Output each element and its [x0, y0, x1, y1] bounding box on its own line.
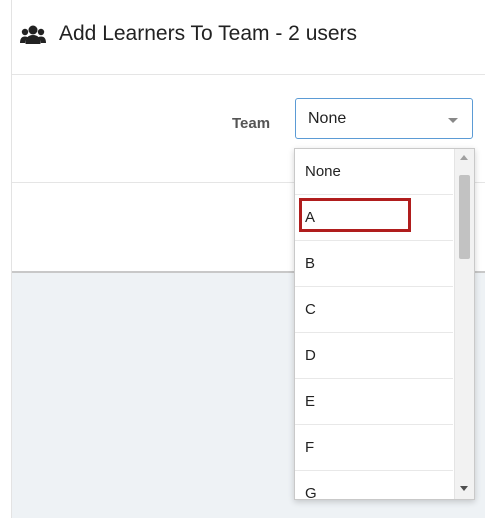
dropdown-scrollbar[interactable]	[454, 149, 474, 499]
add-learners-modal: Add Learners To Team - 2 users Team None…	[0, 0, 485, 518]
team-option-f[interactable]: F	[295, 425, 453, 471]
team-option-c[interactable]: C	[295, 287, 453, 333]
team-option-d[interactable]: D	[295, 333, 453, 379]
chevron-down-icon	[448, 118, 458, 123]
modal-header: Add Learners To Team - 2 users	[12, 0, 485, 75]
scroll-up-arrow-icon[interactable]	[460, 155, 468, 160]
modal-title: Add Learners To Team - 2 users	[59, 22, 358, 45]
team-option-g[interactable]: G	[295, 471, 453, 499]
team-dropdown-menu: None A B C D E F G	[294, 148, 475, 500]
team-select[interactable]: None	[295, 98, 473, 139]
users-icon	[20, 24, 46, 46]
team-option-none[interactable]: None	[295, 149, 453, 195]
team-option-a[interactable]: A	[295, 195, 453, 241]
team-label: Team	[232, 115, 271, 132]
team-select-value: None	[308, 110, 347, 127]
team-option-e[interactable]: E	[295, 379, 453, 425]
team-options-list: None A B C D E F G	[295, 149, 453, 499]
team-option-b[interactable]: B	[295, 241, 453, 287]
scrollbar-thumb[interactable]	[459, 175, 470, 259]
scroll-down-arrow-icon[interactable]	[460, 486, 468, 491]
